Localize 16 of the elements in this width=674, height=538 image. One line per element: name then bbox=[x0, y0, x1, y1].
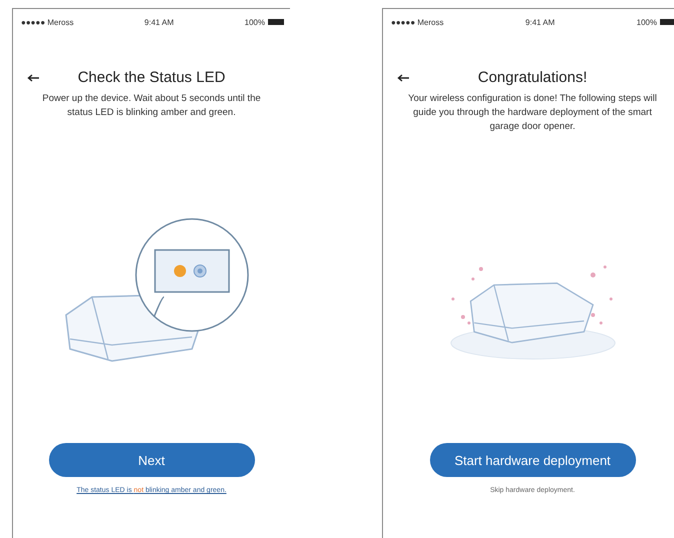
time-text: 9:41 AM bbox=[144, 18, 174, 26]
battery-icon bbox=[268, 19, 284, 25]
back-arrow-icon[interactable] bbox=[27, 74, 39, 82]
description-text: Your wireless configuration is done! The following steps will guide you through the hardware deployment of the smart garage door opener. bbox=[407, 92, 658, 134]
screen-title: Check the Status LED bbox=[76, 69, 226, 86]
carrier-text: ●●●●● Meross bbox=[21, 18, 74, 26]
battery-icon bbox=[660, 19, 674, 25]
primary-button[interactable]: Start hardware deployment bbox=[430, 443, 636, 477]
battery-text: 100% bbox=[244, 18, 265, 26]
back-arrow-icon[interactable] bbox=[397, 74, 409, 82]
time-text: 9:41 AM bbox=[525, 18, 555, 26]
primary-button[interactable]: Next bbox=[48, 443, 254, 477]
screen-title: Congratulations! bbox=[476, 69, 588, 86]
battery-text: 100% bbox=[636, 18, 657, 26]
carrier-text: ●●●●● Meross bbox=[391, 18, 444, 26]
description-text: Power up the device. Wait about 5 seconds until the status LED is blinking amber and green. bbox=[41, 92, 262, 120]
